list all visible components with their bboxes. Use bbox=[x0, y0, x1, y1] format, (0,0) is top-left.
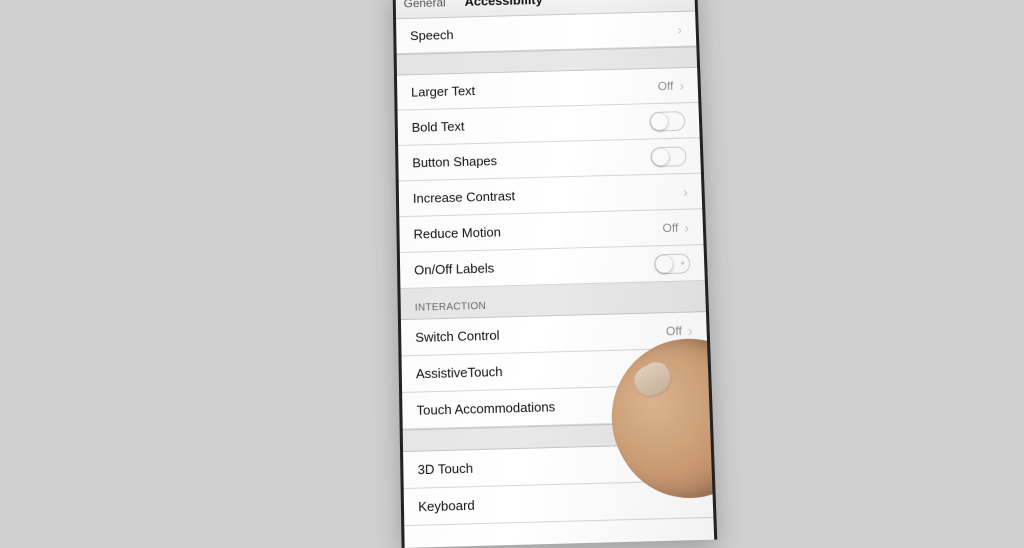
toggle-switch[interactable] bbox=[649, 111, 685, 132]
chevron-right-icon: › bbox=[684, 220, 689, 234]
chevron-right-icon: › bbox=[688, 323, 693, 337]
chevron-right-icon: › bbox=[679, 78, 684, 92]
row-label: Reduce Motion bbox=[413, 220, 662, 241]
toggle-switch[interactable] bbox=[650, 146, 686, 167]
row-label: Keyboard bbox=[418, 491, 699, 514]
chevron-right-icon: › bbox=[677, 22, 682, 36]
chevron-right-icon: › bbox=[683, 184, 688, 198]
row-label: Increase Contrast bbox=[413, 184, 683, 206]
row-label: Speech bbox=[410, 22, 678, 43]
row-value: Off bbox=[662, 220, 678, 234]
row-value: Off bbox=[666, 323, 682, 338]
phone-screen: General Accessibility Speech › Larger Te… bbox=[393, 0, 718, 548]
page-title: Accessibility bbox=[464, 0, 542, 9]
row-label: Bold Text bbox=[412, 114, 650, 135]
row-value: Off bbox=[658, 79, 674, 93]
back-button[interactable]: General bbox=[404, 0, 446, 10]
row-label: On/Off Labels bbox=[414, 256, 654, 277]
toggle-switch[interactable] bbox=[654, 253, 691, 274]
row-label: Switch Control bbox=[415, 323, 666, 345]
row-label: Larger Text bbox=[411, 79, 658, 100]
row-label: Button Shapes bbox=[412, 149, 651, 170]
